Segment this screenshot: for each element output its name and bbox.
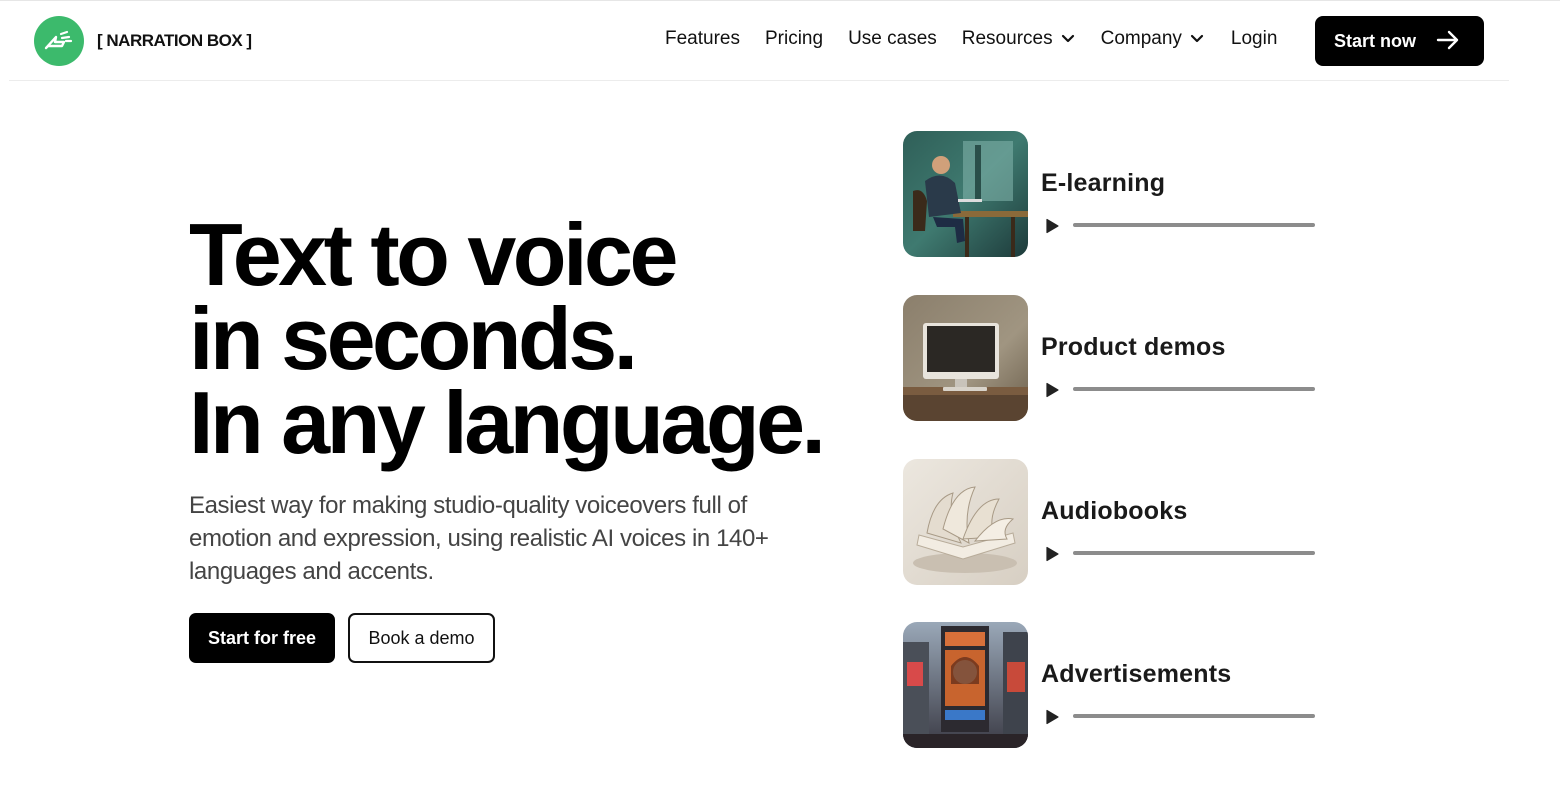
audiobooks-thumbnail <box>903 459 1028 585</box>
use-case-product-demos: Product demos <box>903 295 1323 421</box>
nav-resources-label: Resources <box>961 28 1053 49</box>
audio-progress-bar[interactable] <box>1073 714 1315 718</box>
audio-progress-bar[interactable] <box>1073 387 1315 391</box>
nav-use-cases[interactable]: Use cases <box>848 28 937 50</box>
chevron-down-icon <box>1061 34 1075 44</box>
audio-progress-bar[interactable] <box>1073 551 1315 555</box>
hero-title-line-2: in seconds. <box>189 289 638 388</box>
advertisements-thumbnail <box>903 622 1028 748</box>
start-for-free-button[interactable]: Start for free <box>189 613 335 663</box>
use-case-label: Audiobooks <box>1041 497 1188 525</box>
use-case-advertisements: Advertisements <box>903 622 1323 748</box>
hero-title-line-1: Text to voice <box>189 205 678 304</box>
hero-subtitle: Easiest way for making studio-quality vo… <box>189 492 769 585</box>
use-case-label: Advertisements <box>1041 660 1232 688</box>
play-icon[interactable] <box>1044 218 1060 239</box>
e-learning-thumbnail <box>903 131 1028 257</box>
use-case-label: E-learning <box>1041 169 1166 197</box>
hero-title-line-3: In any language. <box>189 373 826 472</box>
nav-resources[interactable]: Resources <box>962 28 1075 50</box>
chevron-down-icon <box>1190 34 1204 44</box>
product-demos-thumbnail <box>903 295 1028 421</box>
nav-company[interactable]: Company <box>1101 28 1204 50</box>
megaphone-icon <box>34 16 84 66</box>
hero-title: Text to voice in seconds. In any languag… <box>189 205 869 472</box>
nav-login[interactable]: Login <box>1231 28 1278 50</box>
book-a-demo-button[interactable]: Book a demo <box>348 613 495 663</box>
play-icon[interactable] <box>1044 709 1060 730</box>
main-nav: Features Pricing Use cases Resources Com… <box>665 28 1277 50</box>
use-case-e-learning: E-learning <box>903 131 1323 257</box>
start-now-label: Start now <box>1334 30 1417 51</box>
play-icon[interactable] <box>1044 546 1060 567</box>
brand-name: [ NARRATION BOX ] <box>97 31 252 50</box>
play-icon[interactable] <box>1044 382 1060 403</box>
start-now-button[interactable]: Start now <box>1315 16 1484 66</box>
audio-progress-bar[interactable] <box>1073 223 1315 227</box>
arrow-right-icon <box>1436 30 1460 55</box>
site-header: [ NARRATION BOX ] Features Pricing Use c… <box>9 1 1509 81</box>
logo[interactable]: [ NARRATION BOX ] <box>34 16 252 66</box>
nav-company-label: Company <box>1100 28 1182 49</box>
nav-pricing[interactable]: Pricing <box>765 28 823 50</box>
use-case-audiobooks: Audiobooks <box>903 459 1323 585</box>
use-case-label: Product demos <box>1041 333 1226 361</box>
nav-features[interactable]: Features <box>665 28 740 50</box>
